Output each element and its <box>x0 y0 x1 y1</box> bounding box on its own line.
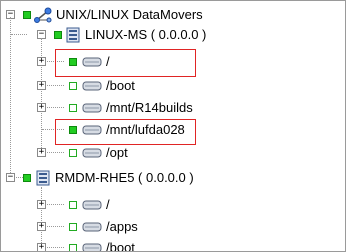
disk-icon <box>82 222 102 232</box>
tree-node-volume[interactable]: + /apps <box>1 217 345 237</box>
status-indicator <box>54 31 62 39</box>
status-indicator <box>69 82 77 90</box>
tree-node-volume[interactable]: + /boot <box>1 76 345 96</box>
server-icon <box>66 27 80 43</box>
expand-toggle[interactable]: + <box>37 57 46 66</box>
status-indicator <box>69 201 77 209</box>
expand-toggle[interactable]: + <box>37 200 46 209</box>
disk-icon <box>82 243 102 251</box>
tree-node-volume[interactable]: + /boot <box>1 238 345 251</box>
disk-icon <box>82 103 102 113</box>
network-icon <box>34 7 52 23</box>
disk-icon <box>82 148 102 158</box>
tree-node-label: /opt <box>106 145 128 160</box>
highlight-box <box>55 119 196 145</box>
tree-node-host[interactable]: − RMDM-RHE5 ( 0.0.0.0 ) <box>1 168 345 188</box>
disk-icon <box>82 81 102 91</box>
disk-icon <box>82 200 102 210</box>
tree-node-label: /apps <box>106 219 138 234</box>
tree-node-label: UNIX/LINUX DataMovers <box>56 7 203 22</box>
tree-node-volume[interactable]: + /mnt/R14builds <box>1 98 345 118</box>
expand-toggle[interactable]: + <box>37 243 46 251</box>
tree-node-label: RMDM-RHE5 ( 0.0.0.0 ) <box>55 170 194 185</box>
expand-toggle[interactable]: + <box>37 148 46 157</box>
tree-node-label: / <box>106 197 110 212</box>
highlight-box <box>55 49 196 77</box>
status-indicator <box>69 104 77 112</box>
collapse-toggle[interactable]: − <box>6 173 15 182</box>
tree-node-volume[interactable]: + / <box>1 195 345 215</box>
status-indicator <box>23 174 31 182</box>
expand-toggle[interactable]: + <box>37 103 46 112</box>
status-indicator <box>69 223 77 231</box>
tree-node-volume[interactable]: + /opt <box>1 143 345 163</box>
tree-node-label: /mnt/R14builds <box>106 100 193 115</box>
server-icon <box>36 170 50 186</box>
expand-toggle[interactable]: + <box>37 81 46 90</box>
status-indicator <box>69 149 77 157</box>
status-indicator <box>69 244 77 251</box>
tree-node-root[interactable]: − UNIX/LINUX DataMovers <box>1 5 345 25</box>
tree-node-label: /boot <box>106 240 135 251</box>
tree-node-host[interactable]: − LINUX-MS ( 0.0.0.0 ) <box>1 25 345 45</box>
expand-toggle[interactable]: + <box>37 222 46 231</box>
tree-view[interactable]: − UNIX/LINUX DataMovers − LINUX-MS ( 0.0… <box>0 0 346 252</box>
tree-node-label: LINUX-MS ( 0.0.0.0 ) <box>85 27 207 42</box>
status-indicator <box>23 11 31 19</box>
tree-node-label: /boot <box>106 78 135 93</box>
